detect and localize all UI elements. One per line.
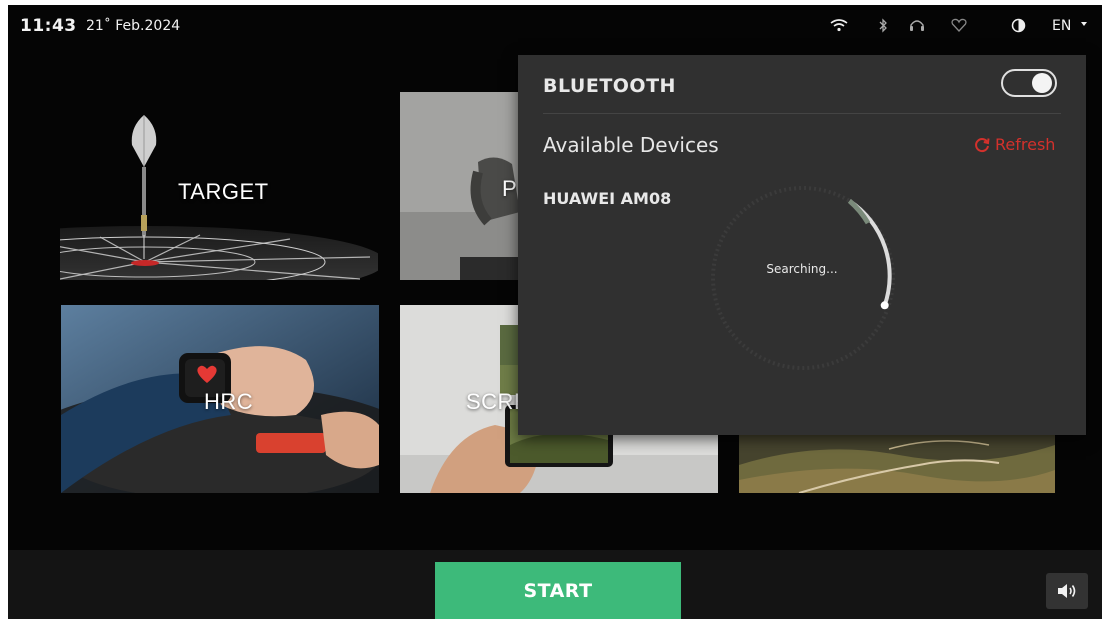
bluetooth-toggle[interactable]: [1001, 69, 1057, 97]
language-selector[interactable]: EN: [1052, 18, 1071, 34]
searching-status: Searching...: [766, 262, 838, 276]
refresh-icon: [975, 137, 990, 152]
panel-divider: [543, 113, 1061, 114]
refresh-label: Refresh: [995, 135, 1056, 154]
tile-landscape[interactable]: [739, 435, 1055, 493]
bluetooth-panel: BLUETOOTH Available Devices Refresh HUAW…: [518, 55, 1086, 435]
clock-time: 11:43: [20, 16, 77, 36]
status-bar: 11:43 21˚ Feb.2024 EN: [8, 5, 1102, 45]
speaker-icon: [1058, 584, 1076, 598]
refresh-button[interactable]: Refresh: [973, 135, 1055, 154]
available-devices-heading: Available Devices: [543, 133, 719, 157]
heart-icon[interactable]: [950, 17, 968, 33]
tile-hrc[interactable]: HRC: [61, 305, 379, 493]
start-button[interactable]: START: [435, 562, 681, 619]
clock-date: 21˚ Feb.2024: [86, 18, 181, 34]
device-item[interactable]: HUAWEI AM08: [543, 189, 671, 208]
volume-button[interactable]: [1046, 573, 1088, 609]
app-screen: 11:43 21˚ Feb.2024 EN TARGET P HRC SCRE …: [8, 5, 1102, 619]
mountain-road-illustration: [739, 435, 1055, 493]
tile-label: HRC: [204, 389, 254, 414]
tile-workout[interactable]: P: [400, 92, 520, 280]
bottom-bar: START: [8, 550, 1102, 619]
tile-label: P: [502, 176, 518, 201]
bluetooth-title: BLUETOOTH: [543, 75, 676, 97]
wifi-icon[interactable]: [830, 17, 848, 33]
chevron-down-icon: [1081, 22, 1087, 26]
contrast-icon[interactable]: [1009, 17, 1027, 33]
toggle-knob: [1032, 73, 1052, 93]
headphones-icon[interactable]: [908, 17, 926, 33]
bluetooth-icon[interactable]: [874, 17, 892, 33]
tile-target[interactable]: TARGET: [60, 97, 378, 280]
searching-spinner: [711, 186, 895, 370]
tile-label: TARGET: [178, 179, 269, 204]
